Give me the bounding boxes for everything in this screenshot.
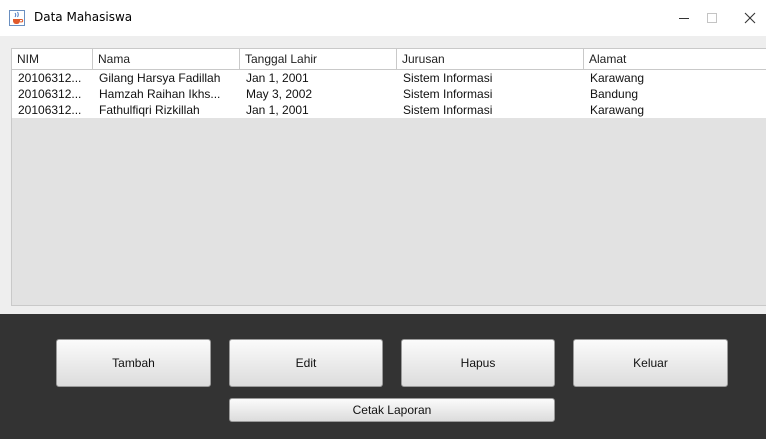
cell-nama: Fathulfiqri Rizkillah [99,103,200,117]
tambah-button[interactable]: Tambah [56,339,211,387]
cell-nama: Gilang Harsya Fadillah [99,71,221,85]
keluar-button[interactable]: Keluar [573,339,728,387]
table-body: 20106312... Gilang Harsya Fadillah Jan 1… [12,70,766,118]
table-row[interactable]: 20106312... Gilang Harsya Fadillah Jan 1… [12,70,766,86]
button-panel: Tambah Edit Hapus Keluar Cetak Laporan [0,314,766,439]
window-title: Data Mahasiswa [34,10,133,24]
cell-alamat: Bandung [590,87,639,101]
cell-nama: Hamzah Raihan Ikhs... [99,87,221,101]
maximize-button[interactable] [692,0,732,36]
column-header-nim[interactable]: NIM [12,49,93,69]
column-header-alamat[interactable]: Alamat [584,49,766,69]
cell-nim: 20106312... [18,87,82,101]
column-header-nama[interactable]: Nama [93,49,240,69]
mahasiswa-table[interactable]: NIM Nama Tanggal Lahir Jurusan Alamat 20… [11,48,766,306]
cell-alamat: Karawang [590,103,645,117]
close-icon [744,12,756,24]
cetak-laporan-button[interactable]: Cetak Laporan [229,398,555,422]
edit-button[interactable]: Edit [229,339,383,387]
maximize-icon [707,13,717,23]
cell-nim: 20106312... [18,71,82,85]
java-cup-icon [9,10,25,26]
cell-nim: 20106312... [18,103,82,117]
minimize-icon [679,18,689,19]
table-row[interactable]: 20106312... Hamzah Raihan Ikhs... May 3,… [12,86,766,102]
cell-tanggal-lahir: May 3, 2002 [246,87,313,101]
hapus-button[interactable]: Hapus [401,339,555,387]
cell-tanggal-lahir: Jan 1, 2001 [246,103,309,117]
cell-alamat: Karawang [590,71,645,85]
content-frame: NIM Nama Tanggal Lahir Jurusan Alamat 20… [0,36,766,439]
close-button[interactable] [730,0,766,36]
cell-jurusan: Sistem Informasi [403,87,493,101]
cell-jurusan: Sistem Informasi [403,71,493,85]
title-bar: Data Mahasiswa [0,0,766,36]
column-header-jurusan[interactable]: Jurusan [397,49,584,69]
table-row[interactable]: 20106312... Fathulfiqri Rizkillah Jan 1,… [12,102,766,118]
column-header-tanggal-lahir[interactable]: Tanggal Lahir [240,49,397,69]
cell-tanggal-lahir: Jan 1, 2001 [246,71,309,85]
cell-jurusan: Sistem Informasi [403,103,493,117]
table-header: NIM Nama Tanggal Lahir Jurusan Alamat [12,49,766,70]
